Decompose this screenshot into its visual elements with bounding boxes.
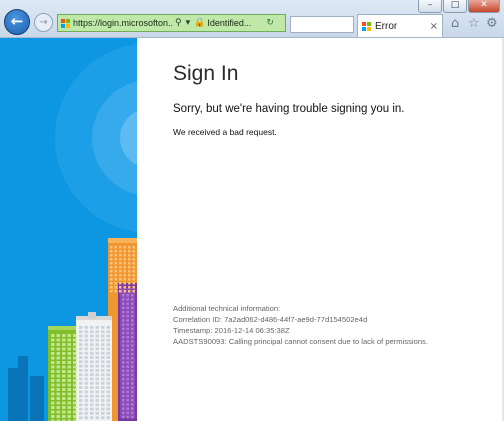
page-viewport: Sign In Sorry, but we're having trouble … <box>0 38 504 421</box>
technical-info-heading: Additional technical information: <box>173 304 281 313</box>
minimize-button[interactable]: – <box>418 0 442 13</box>
tab-close-icon[interactable]: × <box>430 21 438 32</box>
address-bar[interactable]: https://login.microsofton... ⚲ ▾ 🔒 Ident… <box>57 14 286 32</box>
refresh-icon[interactable]: ↻ <box>266 18 274 28</box>
illustration-panel <box>0 38 137 421</box>
settings-icon[interactable]: ⚙ <box>486 17 498 31</box>
favorites-icon[interactable]: ☆ <box>468 17 480 31</box>
tab-title: Error <box>375 20 398 32</box>
window-controls: – □ ✕ <box>418 0 500 13</box>
url-text[interactable]: https://login.microsofton... <box>73 18 173 28</box>
search-icon[interactable]: ⚲ <box>175 18 182 28</box>
error-heading: Sorry, but we're having trouble signing … <box>173 103 405 115</box>
dropdown-icon[interactable]: ▾ <box>186 18 191 28</box>
timestamp: Timestamp: 2016-12-14 06:35:38Z <box>173 326 290 335</box>
technical-info: Additional technical information: Correl… <box>173 303 428 347</box>
city-illustration <box>0 38 137 421</box>
site-favicon-icon <box>61 18 70 28</box>
error-code: AADSTS90093: Calling principal cannot co… <box>173 337 428 346</box>
tab-error[interactable]: Error × <box>357 14 443 37</box>
site-identity-label[interactable]: Identified... <box>207 18 264 28</box>
home-icon[interactable]: ⌂ <box>451 17 459 31</box>
tab-favicon-icon <box>362 21 371 31</box>
forward-arrow-icon: → <box>39 17 48 28</box>
close-window-button[interactable]: ✕ <box>468 0 500 13</box>
lock-icon[interactable]: 🔒 <box>194 18 205 28</box>
error-message: We received a bad request. <box>173 127 277 137</box>
correlation-id: Correlation ID: 7a2ad062-d486-44f7-ae9d-… <box>173 315 368 324</box>
maximize-button[interactable]: □ <box>443 0 467 13</box>
forward-button[interactable]: → <box>34 13 53 32</box>
back-arrow-icon: ← <box>10 12 24 30</box>
back-button[interactable]: ← <box>4 9 30 35</box>
browser-chrome: – □ ✕ ← → https://login.microsofton... ⚲… <box>0 0 504 38</box>
tab-search-field[interactable] <box>290 16 354 33</box>
page-title: Sign In <box>173 62 239 85</box>
